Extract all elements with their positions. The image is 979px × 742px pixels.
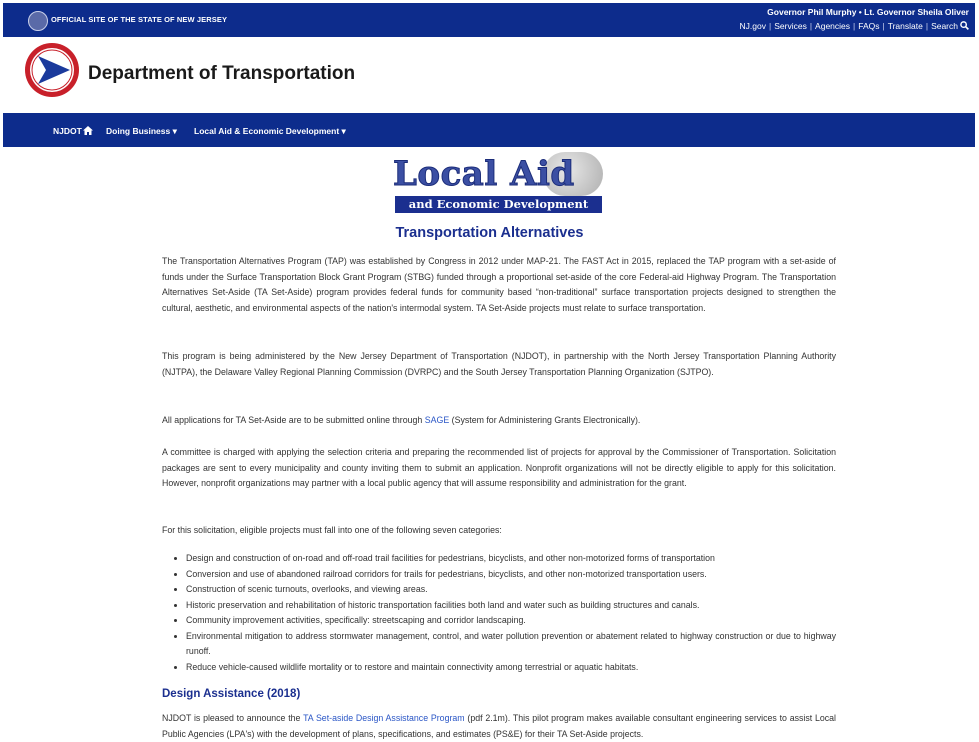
list-item: Historic preservation and rehabilitation… — [186, 598, 836, 614]
nav-doing-business-label: Doing Business — [106, 126, 171, 136]
caret-down-icon: ▾ — [341, 126, 346, 136]
main-nav: NJDOT Doing Business ▾ Local Aid & Econo… — [3, 113, 975, 147]
list-item: Design and construction of on-road and o… — [186, 551, 836, 567]
sage-link[interactable]: SAGE — [425, 415, 449, 425]
state-top-bar: OFFICIAL SITE OF THE STATE OF NEW JERSEY… — [3, 3, 975, 37]
department-title: Department of Transportation — [88, 63, 356, 84]
categories-intro: For this solicitation, eligible projects… — [162, 525, 502, 535]
search-label: Search — [931, 21, 958, 31]
search-link[interactable]: Search — [931, 21, 969, 31]
main-content: Local Aid and Economic Development Trans… — [0, 147, 979, 739]
nav-home-label: NJDOT — [53, 126, 82, 136]
caret-down-icon: ▾ — [172, 126, 177, 136]
applications-text-post: (System for Administering Grants Electro… — [449, 415, 641, 425]
committee-paragraph: A committee is charged with applying the… — [162, 447, 836, 488]
admin-paragraph: This program is being administered by th… — [162, 351, 836, 377]
nj-seal-icon — [28, 11, 48, 31]
list-item: Reduce vehicle-caused wildlife mortality… — [186, 660, 836, 676]
list-item: Conversion and use of abandoned railroad… — [186, 567, 836, 583]
categories-list: Design and construction of on-road and o… — [162, 551, 836, 675]
nav-doing-business[interactable]: Doing Business ▾ — [106, 126, 177, 137]
banner-line2: and Economic Development — [395, 196, 602, 213]
brand-header: Department of Transportation — [3, 37, 975, 113]
design-assistance-heading: Design Assistance (2018) — [162, 688, 301, 700]
njdot-logo-icon[interactable] — [24, 42, 80, 98]
applications-text-pre: All applications for TA Set-Aside are to… — [162, 415, 425, 425]
list-item: Community improvement activities, specif… — [186, 613, 836, 629]
home-icon — [82, 126, 93, 135]
list-item: Construction of scenic turnouts, overloo… — [186, 582, 836, 598]
link-faqs[interactable]: FAQs — [858, 21, 879, 31]
link-translate[interactable]: Translate — [888, 21, 923, 31]
link-agencies[interactable]: Agencies — [815, 21, 850, 31]
search-icon — [960, 21, 969, 30]
design-assistance-pre: NJDOT is pleased to announce the — [162, 713, 304, 723]
governor-label: Governor Phil Murphy • Lt. Governor Shei… — [767, 7, 969, 17]
list-item: Environmental mitigation to address stor… — [186, 629, 836, 660]
applications-paragraph: All applications for TA Set-Aside are to… — [162, 413, 836, 429]
link-njgov[interactable]: NJ.gov — [740, 21, 766, 31]
nav-local-aid[interactable]: Local Aid & Economic Development ▾ — [194, 126, 346, 137]
design-assistance-paragraph: NJDOT is pleased to announce the TA Set-… — [162, 711, 836, 742]
intro-paragraph: The Transportation Alternatives Program … — [162, 256, 836, 313]
page-title: Transportation Alternatives — [395, 225, 584, 241]
link-services[interactable]: Services — [774, 21, 807, 31]
top-links: NJ.gov | Services | Agencies | FAQs | Translate |… — [740, 21, 969, 31]
local-aid-banner: Local Aid and Economic Development — [393, 152, 606, 216]
official-site-label: OFFICIAL SITE OF THE STATE OF NEW JERSEY — [51, 15, 228, 24]
banner-line1: Local Aid — [393, 154, 575, 195]
nav-home[interactable]: NJDOT — [53, 126, 93, 136]
design-assistance-link[interactable]: TA Set-aside Design Assistance Program — [303, 713, 465, 723]
nav-local-aid-label: Local Aid & Economic Development — [194, 126, 340, 136]
